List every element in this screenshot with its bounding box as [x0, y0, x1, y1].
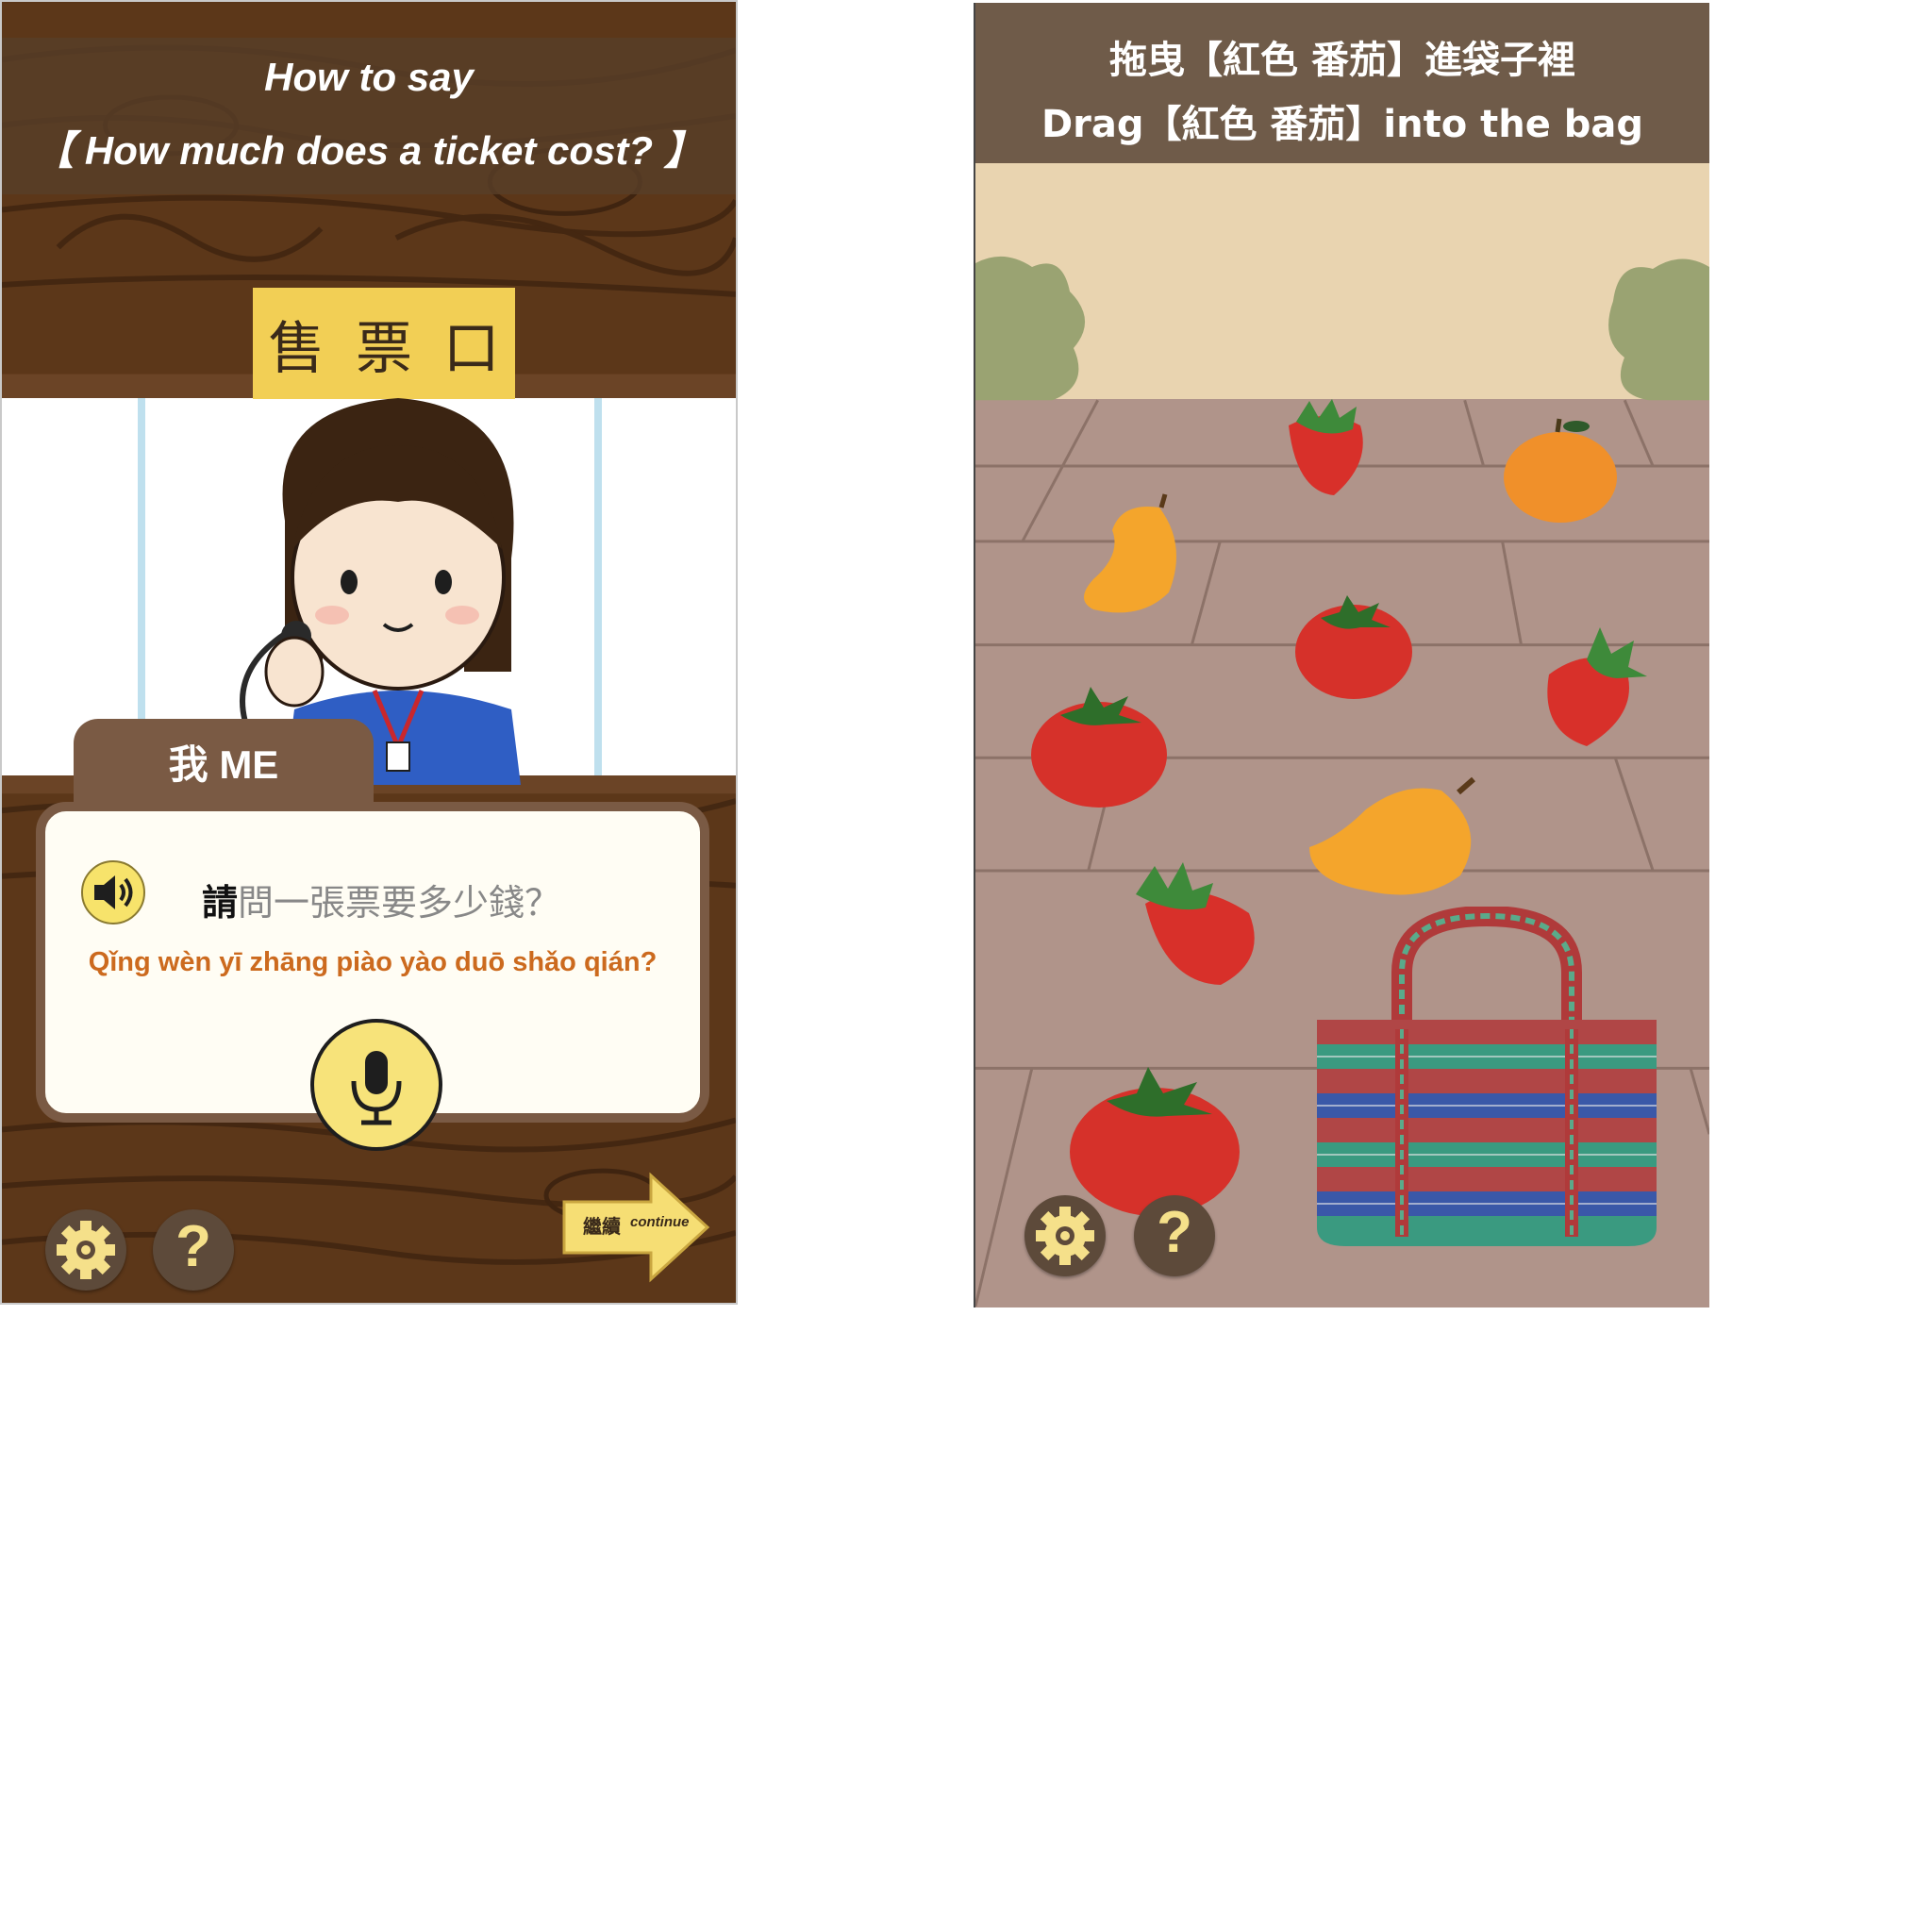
sign-char: 票 [355, 315, 412, 382]
record-button[interactable] [310, 1019, 442, 1151]
sentence-rest: 問一張票要多少錢？ [238, 882, 561, 924]
instruction-banner: 拖曳【紅色 番茄】進袋子裡 Drag【紅色 番茄】into the bag [975, 3, 1709, 163]
mango-item[interactable] [1300, 772, 1489, 904]
speaker-icon [94, 875, 133, 909]
sign-char: 售 [268, 315, 325, 382]
strawberry-item[interactable] [1530, 618, 1653, 750]
strawberry-item[interactable] [1277, 397, 1372, 501]
continue-label-zh: 繼續 [583, 1215, 621, 1238]
gear-icon [57, 1221, 115, 1279]
pinyin-text: Qǐng wèn yī zhāng piào yào duō shǎo qián… [88, 947, 658, 977]
continue-button[interactable]: 繼續 continue [560, 1172, 711, 1283]
bush-right [1608, 258, 1709, 401]
ticket-office-sign: 售 票 口 [253, 288, 515, 399]
orange-item[interactable] [1499, 413, 1622, 526]
sentence-highlight: 請 [202, 882, 239, 924]
drag-game-screen: 拖曳【紅色 番茄】進袋子裡 Drag【紅色 番茄】into the bag ? [974, 3, 1709, 1307]
instruction-zh: 拖曳【紅色 番茄】進袋子裡 [1109, 39, 1575, 82]
help-icon: ? [1157, 1200, 1192, 1265]
prompt-banner: How to say 【 How much does a ticket cost… [2, 38, 736, 194]
play-audio-button[interactable] [81, 860, 145, 924]
sign-char: 口 [442, 315, 500, 382]
tomato-item[interactable] [1028, 677, 1170, 809]
bush-left [975, 256, 1086, 401]
bag-drop-target[interactable] [1317, 907, 1657, 1256]
help-button[interactable]: ? [1134, 1195, 1215, 1276]
instruction-en: Drag【紅色 番茄】into the bag [1041, 103, 1644, 146]
microphone-icon [351, 1051, 402, 1125]
tomato-item[interactable] [1292, 590, 1415, 703]
speaking-practice-screen: How to say 【 How much does a ticket cost… [0, 0, 738, 1305]
prompt-phrase: 【 How much does a ticket cost? 】 [34, 128, 704, 173]
settings-button[interactable] [1024, 1195, 1106, 1276]
prompt-title: How to say [264, 55, 474, 99]
continue-label-en: continue [630, 1214, 690, 1230]
settings-button[interactable] [45, 1209, 126, 1291]
speaker-tab: 我 ME [74, 719, 374, 806]
mango-item[interactable] [1074, 489, 1197, 621]
rope-right [594, 398, 602, 775]
gear-icon [1036, 1207, 1094, 1265]
help-icon: ? [175, 1214, 211, 1279]
help-button[interactable]: ? [153, 1209, 234, 1291]
strawberry-item[interactable] [1126, 857, 1268, 989]
target-sentence: 請問一張票要多少錢？ [202, 874, 560, 925]
